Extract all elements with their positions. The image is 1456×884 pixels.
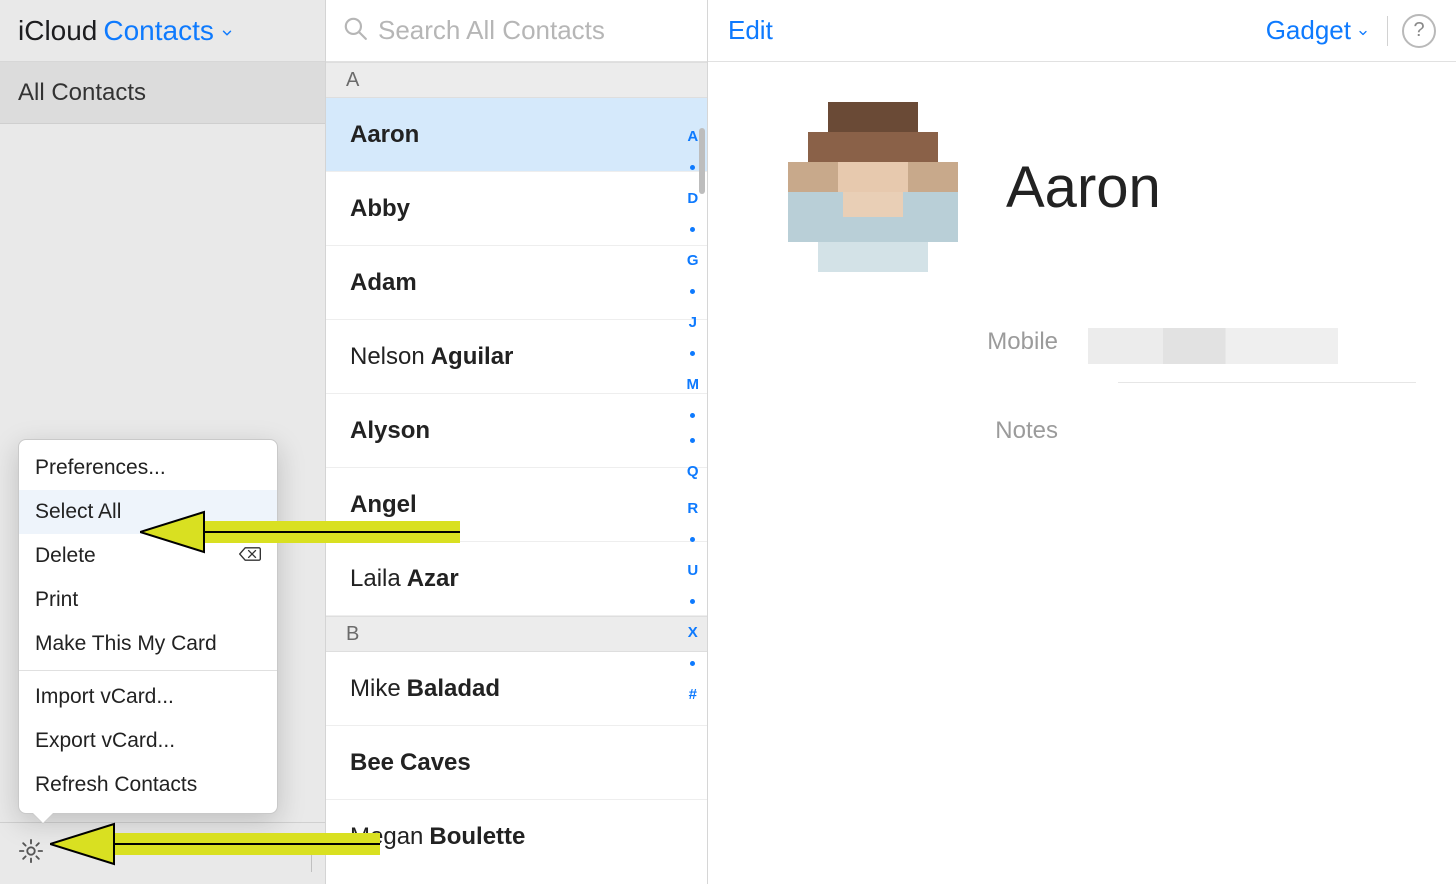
contact-list-column: A Aaron Abby Adam NelsonAguilar Alyson A… <box>326 0 708 884</box>
field-label-mobile: Mobile <box>788 328 1088 364</box>
edit-button[interactable]: Edit <box>728 15 773 46</box>
help-button[interactable]: ? <box>1402 14 1436 48</box>
contact-row-mike-baladad[interactable]: MikeBaladad <box>326 652 707 726</box>
contact-row-abby[interactable]: Abby <box>326 172 707 246</box>
menu-make-my-card[interactable]: Make This My Card <box>19 622 277 666</box>
contact-row-laila-azar[interactable]: LailaAzar <box>326 542 707 616</box>
search-bar <box>326 0 707 62</box>
menu-import-vcard[interactable]: Import vCard... <box>19 675 277 719</box>
settings-button[interactable] <box>14 837 48 871</box>
alpha-index[interactable]: A D G J M Q R U X # <box>687 128 700 703</box>
sidebar-group-label: All Contacts <box>18 79 146 107</box>
index-dot[interactable] <box>690 351 695 356</box>
field-mobile: Mobile <box>788 328 1416 364</box>
contact-row-aaron[interactable]: Aaron <box>326 98 707 172</box>
menu-separator <box>19 670 277 671</box>
scrollbar-thumb[interactable] <box>699 128 705 194</box>
contact-list[interactable]: A Aaron Abby Adam NelsonAguilar Alyson A… <box>326 62 707 884</box>
app-brand[interactable]: iCloud <box>18 15 97 47</box>
delete-icon <box>239 544 261 568</box>
field-value-mobile[interactable] <box>1088 328 1416 364</box>
source-dropdown[interactable]: Gadget <box>1266 15 1369 46</box>
contact-row-bee-caves[interactable]: BeeCaves <box>326 726 707 800</box>
index-dot[interactable] <box>690 661 695 666</box>
menu-delete[interactable]: Delete <box>19 534 277 578</box>
sidebar: iCloud Contacts All Contacts Preferences… <box>0 0 326 884</box>
contact-card: Aaron Mobile Notes <box>708 62 1456 445</box>
menu-preferences[interactable]: Preferences... <box>19 446 277 490</box>
search-input[interactable] <box>378 15 713 46</box>
contact-row-alyson[interactable]: Alyson <box>326 394 707 468</box>
menu-export-vcard[interactable]: Export vCard... <box>19 719 277 763</box>
index-dot[interactable] <box>690 413 695 418</box>
contact-detail: Edit Gadget ? Aaron <box>708 0 1456 884</box>
contact-row-nelson-aguilar[interactable]: NelsonAguilar <box>326 320 707 394</box>
chevron-down-icon <box>1357 15 1369 46</box>
menu-select-all[interactable]: Select All <box>19 490 277 534</box>
sidebar-header: iCloud Contacts <box>0 0 325 62</box>
settings-popup: Preferences... Select All Delete Print M… <box>18 439 278 814</box>
sidebar-group-all-contacts[interactable]: All Contacts <box>0 62 325 124</box>
section-dropdown[interactable]: Contacts <box>103 15 234 47</box>
gear-icon <box>17 837 45 870</box>
search-icon <box>342 15 368 46</box>
sidebar-footer <box>0 822 325 884</box>
index-dot[interactable] <box>690 227 695 232</box>
footer-divider <box>311 836 312 872</box>
index-dot[interactable] <box>690 438 695 443</box>
section-dropdown-label: Contacts <box>103 15 214 47</box>
index-dot[interactable] <box>690 289 695 294</box>
index-dot[interactable] <box>690 599 695 604</box>
field-separator <box>1118 382 1416 383</box>
question-icon: ? <box>1413 19 1424 42</box>
source-dropdown-label: Gadget <box>1266 15 1351 46</box>
contact-row-angel[interactable]: Angel <box>326 468 707 542</box>
redacted-value <box>1088 328 1338 364</box>
index-dot[interactable] <box>690 537 695 542</box>
header-divider <box>1387 16 1388 46</box>
chevron-down-icon <box>220 15 234 47</box>
contact-row-megan-boulette[interactable]: MeganBoulette <box>326 800 707 874</box>
menu-refresh-contacts[interactable]: Refresh Contacts <box>19 763 277 807</box>
section-header-b: B <box>326 616 707 652</box>
index-dot[interactable] <box>690 165 695 170</box>
contact-row-adam[interactable]: Adam <box>326 246 707 320</box>
contact-name: Aaron <box>1006 154 1161 221</box>
field-notes: Notes <box>788 417 1416 445</box>
section-header-a: A <box>326 62 707 98</box>
field-label-notes: Notes <box>788 417 1088 445</box>
avatar[interactable] <box>788 102 958 272</box>
detail-header: Edit Gadget ? <box>708 0 1456 62</box>
menu-print[interactable]: Print <box>19 578 277 622</box>
